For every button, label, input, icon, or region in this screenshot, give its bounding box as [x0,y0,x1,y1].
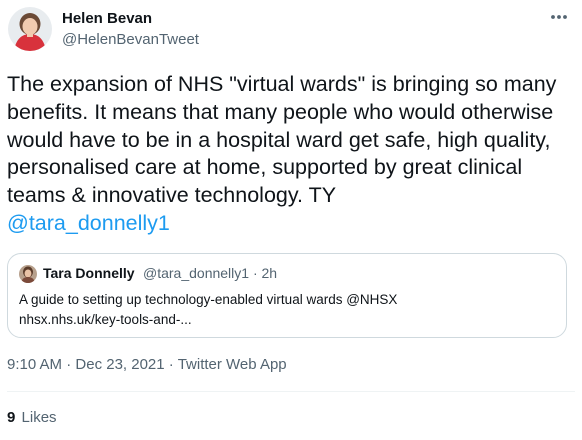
author-avatar[interactable] [8,7,52,51]
tweet-body: The expansion of NHS "virtual wards" is … [7,72,557,208]
quote-tweet-card[interactable]: Tara Donnelly @tara_donnelly1 · 2h A gui… [7,253,567,338]
meta-separator-2: · [168,356,174,373]
quote-line-1: A guide to setting up technology-enabled… [19,292,398,307]
tweet-text: The expansion of NHS "virtual wards" is … [7,71,579,238]
author-name[interactable]: Helen Bevan [62,10,152,27]
quote-avatar[interactable] [19,265,37,283]
divider [7,391,575,392]
meta-separator-1: · [66,356,72,373]
likes-count: 9 [7,409,16,426]
likes-link[interactable]: 9 Likes [7,409,57,426]
avatar-photo [8,7,52,51]
tweet-meta: 9:10 AM · Dec 23, 2021 · Twitter Web App [7,356,287,373]
quote-avatar-photo [19,265,37,283]
more-options-button[interactable] [544,6,574,28]
quote-author-name[interactable]: Tara Donnelly [43,265,135,281]
quote-meta: @tara_donnelly1 · 2h [143,265,277,281]
quote-handle[interactable]: @tara_donnelly1 [143,265,249,281]
quote-time[interactable]: 2h [262,265,278,281]
likes-label: Likes [21,409,57,426]
quote-text: A guide to setting up technology-enabled… [19,290,559,330]
quote-separator: · [252,265,258,281]
tweet-date[interactable]: Dec 23, 2021 [75,356,164,373]
quote-line-2: nhsx.nhs.uk/key-tools-and-... [19,312,192,327]
tweet-time[interactable]: 9:10 AM [7,356,62,373]
tweet-source[interactable]: Twitter Web App [178,356,287,373]
author-handle[interactable]: @HelenBevanTweet [62,31,199,48]
mention-link[interactable]: @tara_donnelly1 [7,211,170,235]
more-horizontal-icon [551,15,567,19]
